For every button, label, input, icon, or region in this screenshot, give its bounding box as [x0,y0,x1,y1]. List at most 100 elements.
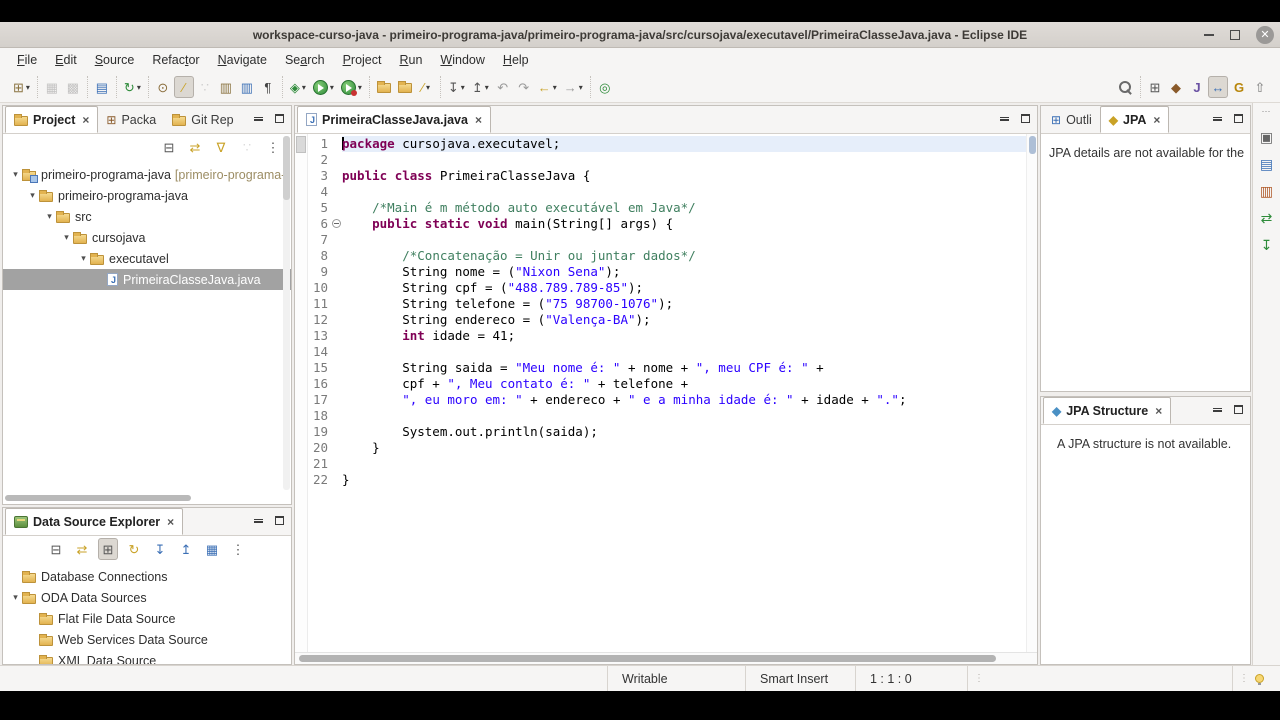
view-menu-button[interactable]: ⋮ [228,538,248,560]
dropdown-arrow-icon[interactable]: ▾ [426,83,430,92]
menu-search[interactable]: Search [276,50,334,70]
tab-git-repositories[interactable]: Git Rep [164,106,241,133]
view-menu-button[interactable]: ⋮ [263,136,283,158]
tab-data-source-explorer[interactable]: Data Source Explorer × [5,508,184,535]
resource-perspective-button[interactable]: ⇧ [1250,76,1270,98]
fold-collapse-icon[interactable] [331,219,341,228]
new-wizard-button[interactable]: ⊞ ▾ [10,76,33,98]
project-explorer-vertical-scrollbar[interactable] [283,136,290,490]
synchronize-view-icon[interactable]: ⇄ [1261,211,1273,225]
show-whitespace-button[interactable]: ¶ [258,76,278,98]
menu-help[interactable]: Help [494,50,538,70]
debug-button[interactable]: ◈ ▾ [287,76,309,98]
menu-refactor[interactable]: Refactor [143,50,208,70]
minimize-panel-button[interactable] [1213,407,1222,412]
save-button[interactable]: ▦ [202,538,222,560]
expand-arrow-icon[interactable]: ▾ [77,253,90,264]
minimize-panel-button[interactable] [1000,116,1009,121]
javaee-perspective-button[interactable]: ↔ [1208,76,1228,98]
console-view-icon[interactable]: ▤ [1260,157,1273,171]
dropdown-arrow-icon[interactable]: ▾ [137,83,141,92]
menu-navigate[interactable]: Navigate [209,50,276,70]
tree-item-cursojava[interactable]: ▾ cursojava [3,227,291,248]
notifications-lightbulb-icon[interactable] [1255,674,1264,685]
tab-close-icon[interactable]: × [1153,113,1160,127]
previous-annotation-button[interactable]: ↥ ▾ [469,76,492,98]
tree-item-web-services-data-source[interactable]: Web Services Data Source [3,629,291,650]
open-task-button[interactable]: ▥ [216,76,236,98]
project-explorer-tree[interactable]: ▾ primeiro-programa-java [primeiro-program… [3,160,291,504]
project-explorer-horizontal-scrollbar[interactable] [5,495,191,501]
maximize-panel-button[interactable] [1234,405,1243,414]
window-minimize-button[interactable] [1204,33,1214,36]
tree-item-src[interactable]: ▾ src [3,206,291,227]
tree-item-flat-file-data-source[interactable]: Flat File Data Source [3,608,291,629]
tree-item-executavel[interactable]: ▾ executavel [3,248,291,269]
report-view-icon[interactable]: ▥ [1260,184,1273,198]
menu-edit[interactable]: Edit [46,50,86,70]
window-maximize-button[interactable] [1230,29,1240,40]
maximize-panel-button[interactable] [275,516,284,525]
scrollbar-thumb[interactable] [283,136,290,200]
last-edit-back-button[interactable]: ↶ [493,76,513,98]
import-button[interactable]: ↧ [150,538,170,560]
editor-horizontal-scrollbar[interactable] [295,652,1037,664]
maximize-panel-button[interactable] [275,114,284,123]
minimize-panel-button[interactable] [254,116,263,121]
tree-item-primeiraclassejava-java[interactable]: PrimeiraClasseJava.java [3,269,291,290]
window-close-button[interactable]: ✕ [1256,25,1274,44]
tab-editor-file[interactable]: PrimeiraClasseJava.java × [297,106,491,133]
open-resource-button[interactable] [395,76,415,98]
last-edit-forward-button[interactable]: ↷ [514,76,534,98]
code-text[interactable]: 1 package cursojava.executavel; 2 3 public c… [308,134,1037,488]
jpa-perspective-button[interactable]: ◆ [1166,76,1186,98]
tab-close-icon[interactable]: × [167,515,174,529]
refresh-button[interactable]: ↻ [124,538,144,560]
dropdown-arrow-icon[interactable]: ▾ [579,83,583,92]
open-perspective-button[interactable]: ⊞ [1145,76,1165,98]
annotate-button[interactable]: ∕ ▾ [416,76,436,98]
menu-window[interactable]: Window [431,50,493,70]
export-button[interactable]: ↥ [176,538,196,560]
tab-close-icon[interactable]: × [1155,404,1162,418]
pin-editor-button[interactable]: ◎ [595,76,615,98]
editor-vertical-scrollbar[interactable] [1026,134,1037,652]
mark-occurrences-button[interactable]: ∕ [173,76,194,98]
dropdown-arrow-icon[interactable]: ▾ [485,83,489,92]
tab-package-explorer[interactable]: ⊞ Packa [98,106,164,133]
collapse-all-button[interactable]: ⊟ [159,136,179,158]
tab-jpa-details[interactable]: ◆ JPA × [1099,106,1170,133]
problems-view-button[interactable]: ▥ [237,76,257,98]
java-perspective-button[interactable]: J [1187,76,1207,98]
dropdown-arrow-icon[interactable]: ▾ [330,83,334,92]
tree-item-oda-data-sources[interactable]: ▾ ODA Data Sources [3,587,291,608]
tree-item-primeiro-programa-java[interactable]: ▾ primeiro-programa-java [3,185,291,206]
dropdown-arrow-icon[interactable]: ▾ [461,83,465,92]
menu-run[interactable]: Run [390,50,431,70]
restore-views-icon[interactable]: ▣ [1260,130,1273,144]
dropdown-arrow-icon[interactable]: ▾ [302,83,306,92]
next-annotation-button[interactable]: ↧ ▾ [445,76,468,98]
tab-close-icon[interactable]: × [82,113,89,127]
scrollbar-thumb[interactable] [299,655,997,662]
scrollbar-thumb[interactable] [1029,136,1036,154]
code-editor[interactable]: 1 package cursojava.executavel; 2 3 public c… [295,134,1037,652]
tab-project-explorer[interactable]: Project × [5,106,99,133]
show-category-button[interactable]: ⊞ [98,538,118,560]
tree-item-primeiro-programa-java[interactable]: ▾ primeiro-programa-java [primeiro-program… [3,164,291,185]
import-wizard-icon[interactable]: ↧ [1261,238,1273,252]
expand-arrow-icon[interactable]: ▾ [26,190,39,201]
back-button[interactable]: ← ▾ [535,76,560,98]
drag-handle-icon[interactable]: ⋯ [1262,106,1272,117]
console-button[interactable]: ▤ [92,76,112,98]
open-search-dialog-button[interactable]: ⊙ [153,76,173,98]
data-source-explorer-tree[interactable]: Database Connections ▾ ODA Data Sources Fla… [3,562,291,664]
maximize-panel-button[interactable] [1021,114,1030,123]
search-button[interactable] [1115,76,1136,98]
menu-project[interactable]: Project [334,50,391,70]
coverage-button[interactable]: ▾ [338,76,365,98]
tree-item-xml-data-source[interactable]: XML Data Source [3,650,291,664]
collapse-all-button[interactable]: ⊟ [46,538,66,560]
run-last-tool-button[interactable]: ↻ ▾ [121,76,144,98]
link-with-editor-button[interactable]: ⇄ [72,538,92,560]
